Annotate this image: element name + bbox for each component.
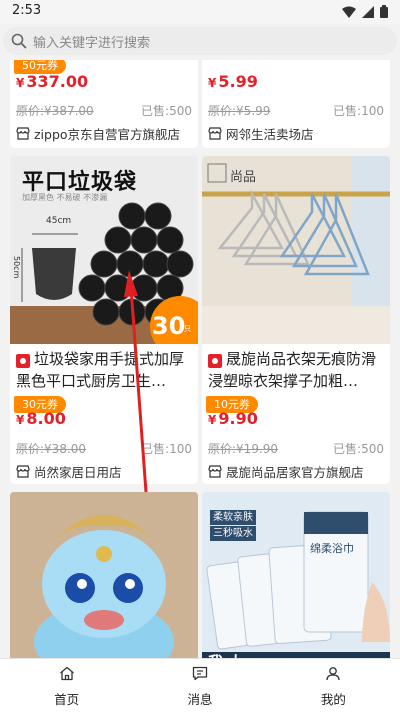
- shop-name: 网邻生活卖场店: [226, 127, 314, 142]
- image-size-width: 45cm: [46, 216, 72, 226]
- search-container: 输入关键字进行搜索: [0, 27, 400, 57]
- home-icon: [59, 666, 74, 680]
- search-input[interactable]: 输入关键字进行搜索: [33, 32, 150, 51]
- bottom-tab-bar: 首页 消息 我的: [0, 658, 400, 712]
- image-brand: 尚品: [230, 170, 257, 185]
- product-card[interactable]: 50元券 ¥337.00 原价:¥387.00 已售:500 zippo京东自营…: [10, 60, 198, 148]
- wifi-icon: [342, 6, 356, 18]
- shop-row[interactable]: 尚然家居日用店: [16, 462, 122, 481]
- image-count-unit: 只: [184, 325, 191, 333]
- status-icons: [342, 5, 388, 18]
- product-image[interactable]: 尚品: [202, 156, 390, 344]
- original-price: 原价:¥19.90: [208, 442, 279, 456]
- product-image[interactable]: 平口垃圾袋 加厚黑色 不易破 不渗漏 45cm 50cm 30 只: [10, 156, 198, 344]
- product-title: 晟旎尚品衣架无痕防滑浸塑晾衣架撑子加粗…: [208, 350, 377, 390]
- product-card[interactable]: 平口垃圾袋 加厚黑色 不易破 不渗漏 45cm 50cm 30 只 垃圾袋家用手…: [10, 156, 198, 484]
- shop-row[interactable]: 晟旎尚品居家官方旗舰店: [208, 462, 364, 481]
- product-card[interactable]: [10, 492, 198, 658]
- shop-row[interactable]: 网邻生活卖场店: [208, 124, 314, 143]
- search-icon: [11, 33, 27, 49]
- shop-row[interactable]: zippo京东自营官方旗舰店: [16, 124, 180, 143]
- image-text-line2: 三秒吸水: [210, 526, 256, 541]
- price: ¥9.90: [208, 409, 258, 428]
- jd-logo-icon: [16, 354, 30, 368]
- image-pack-label: 绵柔浴巾: [310, 542, 354, 555]
- tab-messages[interactable]: 消息: [133, 659, 266, 712]
- tab-label: 我的: [320, 691, 346, 707]
- user-icon: [326, 666, 340, 680]
- sold-count: 已售:100: [333, 104, 384, 118]
- price: ¥5.99: [208, 72, 258, 91]
- original-price: 原价:¥5.99: [208, 104, 271, 118]
- tab-profile[interactable]: 我的: [267, 659, 400, 712]
- status-bar: 2:53: [0, 0, 400, 24]
- price: ¥337.00: [16, 72, 89, 91]
- shop-name: zippo京东自营官方旗舰店: [34, 127, 181, 142]
- original-price: 原价:¥387.00: [16, 104, 94, 118]
- store-icon: [208, 465, 222, 478]
- image-count-badge: 30: [152, 312, 186, 340]
- status-time: 2:53: [12, 3, 42, 18]
- product-card[interactable]: ¥5.99 原价:¥5.99 已售:100 网邻生活卖场店: [202, 60, 390, 148]
- battery-icon: [380, 5, 388, 18]
- image-text-line1: 柔软亲肤: [210, 510, 256, 525]
- product-image[interactable]: [10, 492, 198, 658]
- product-card[interactable]: 尚品 晟旎尚品衣架无痕防滑浸塑晾衣架撑子加粗… 10元券 ¥9.90 原价:¥1…: [202, 156, 390, 484]
- jd-logo-icon: [208, 354, 222, 368]
- store-icon: [208, 127, 222, 140]
- shop-name: 尚然家居日用店: [34, 465, 122, 480]
- original-price: 原价:¥38.00: [16, 442, 87, 456]
- image-size-height: 50cm: [12, 256, 21, 279]
- sold-count: 已售:100: [141, 442, 192, 456]
- message-icon: [192, 666, 208, 680]
- tab-label: 首页: [54, 691, 80, 707]
- product-image[interactable]: 柔软亲肤 三秒吸水 绵柔浴巾 我 太: [202, 492, 390, 658]
- store-icon: [16, 465, 30, 478]
- search-bar[interactable]: 输入关键字进行搜索: [3, 27, 397, 55]
- store-icon: [16, 127, 30, 140]
- signal-icon: [362, 5, 374, 18]
- figurine-illustration: [10, 492, 198, 658]
- product-feed[interactable]: 50元券 ¥337.00 原价:¥387.00 已售:500 zippo京东自营…: [0, 60, 400, 658]
- tab-home[interactable]: 首页: [0, 659, 133, 712]
- tab-label: 消息: [187, 691, 213, 707]
- sold-count: 已售:500: [333, 442, 384, 456]
- product-card[interactable]: 柔软亲肤 三秒吸水 绵柔浴巾 我 太: [202, 492, 390, 658]
- shop-name: 晟旎尚品居家官方旗舰店: [226, 465, 364, 480]
- sold-count: 已售:500: [141, 104, 192, 118]
- product-title: 垃圾袋家用手提式加厚黑色平口式厨房卫生…: [16, 350, 185, 390]
- price: ¥8.00: [16, 409, 66, 428]
